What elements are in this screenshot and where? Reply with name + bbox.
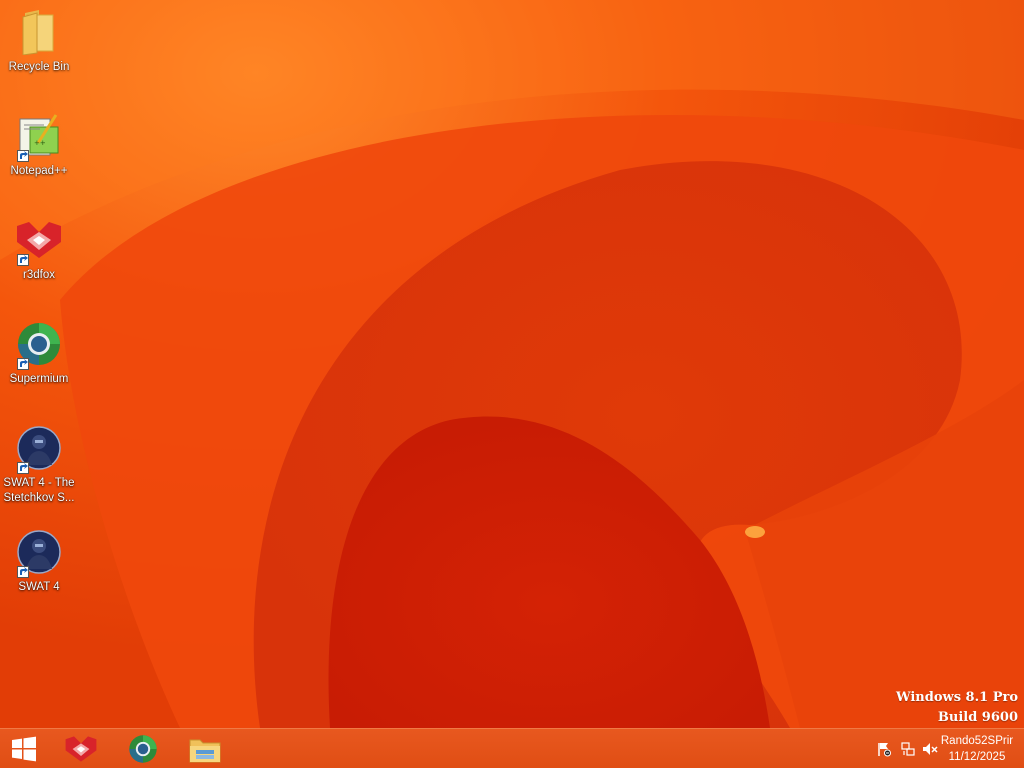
notepadpp-icon: ++ (15, 112, 63, 162)
desktop-icon-label-line1: SWAT 4 - The (3, 477, 75, 489)
shortcut-arrow-icon (17, 150, 29, 162)
watermark-build: Build 9600 (937, 710, 1018, 725)
shortcut-arrow-icon (17, 254, 29, 266)
start-button[interactable] (0, 729, 48, 769)
desktop[interactable]: Recycle Bin ++ Notepad++ r3dfox Supermiu… (0, 0, 1024, 728)
desktop-icon-label: Recycle Bin (8, 61, 70, 73)
r3dfox-icon (65, 736, 97, 762)
desktop-icon-recycle-bin[interactable]: Recycle Bin (0, 4, 78, 100)
desktop-icon-label: Notepad++ (10, 165, 68, 177)
shortcut-arrow-icon (17, 462, 29, 474)
folder-icon (15, 8, 63, 56)
taskbar-app-r3dfox[interactable] (51, 729, 111, 769)
desktop-icon-label: SWAT 4 - The Stetchkov S... (0, 476, 78, 506)
desktop-icon-swat4[interactable]: SWAT 4 (0, 524, 78, 620)
r3dfox-icon (15, 216, 63, 266)
supermium-icon (15, 320, 63, 370)
desktop-icon-swat4-stetchkov[interactable]: SWAT 4 - The Stetchkov S... (0, 420, 78, 510)
shortcut-arrow-icon (17, 358, 29, 370)
desktop-icon-supermium[interactable]: Supermium (0, 316, 78, 412)
svg-text:++: ++ (34, 139, 46, 147)
volume-muted-icon[interactable] (922, 741, 938, 757)
wallpaper (0, 0, 1024, 728)
desktop-icon-label-line2: Stetchkov S... (3, 492, 75, 504)
desktop-icon-r3dfox[interactable]: r3dfox (0, 212, 78, 308)
file-explorer-icon (189, 739, 221, 763)
action-center-flag-icon[interactable] (876, 741, 892, 757)
supermium-icon (129, 735, 157, 763)
watermark-edition: Windows 8.1 Pro (896, 690, 1018, 705)
desktop-icon-label: Supermium (9, 373, 69, 385)
swat4-icon (15, 528, 63, 578)
clock-user: Rando52SPrir (940, 735, 1014, 747)
taskbar-clock[interactable]: Rando52SPrir 11/12/2025 (938, 733, 1016, 765)
taskbar-app-file-explorer[interactable] (175, 729, 235, 769)
windows-logo-icon (12, 736, 36, 762)
network-icon[interactable] (900, 741, 916, 757)
desktop-icon-notepadpp[interactable]: ++ Notepad++ (0, 108, 78, 204)
desktop-icon-label: r3dfox (23, 269, 55, 281)
taskbar: Rando52SPrir 11/12/2025 (0, 728, 1024, 768)
desktop-icon-label: SWAT 4 (18, 581, 60, 593)
windows-version-watermark: Windows 8.1 Pro Build 9600 (896, 688, 1018, 728)
system-tray: Rando52SPrir 11/12/2025 (864, 729, 1024, 769)
swat4-icon (15, 424, 63, 474)
shortcut-arrow-icon (17, 566, 29, 578)
taskbar-app-supermium[interactable] (113, 729, 173, 769)
clock-date: 11/12/2025 (948, 751, 1006, 763)
